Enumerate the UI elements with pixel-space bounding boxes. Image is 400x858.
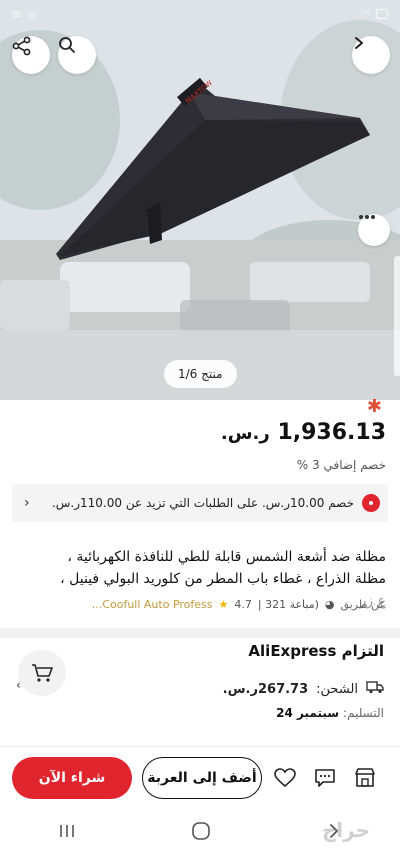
coupon-tag-icon [362,494,380,512]
bluetooth-icon: ✱ [366,396,382,417]
store-row[interactable]: عن طريق ◕ (مباعة 321 | 4.7 ★ Coofull Aut… [12,598,386,611]
sold-count: (مباعة 321 | [257,598,319,611]
product-price: 1,936.13 ر.س. [221,420,386,445]
price-currency: ر.س. [220,423,270,444]
chevron-left-icon[interactable]: ‹ [16,678,21,692]
heart-icon [274,768,296,788]
title-line: مظلة ضد أشعة الشمس قابلة للطي للنافذة ال… [67,549,386,565]
truck-icon [366,680,384,698]
share-button[interactable] [12,36,50,74]
add-to-cart-button[interactable]: أضف إلى العربة [142,757,262,799]
wifi-icon: ◠ [360,7,370,21]
store-icon [355,768,375,787]
notification-icon: ◎ [27,7,37,21]
more-options-button[interactable] [358,214,390,246]
watermark-logo: حراج [321,818,370,842]
chevron-right-icon [355,37,363,49]
coupon-text: خصم 10.00ر.س. على الطلبات التي تزيد عن 1… [51,496,354,510]
shipping-row[interactable]: الشحن: 267.73ر.س. [223,680,384,698]
search-button[interactable] [58,36,96,74]
delivery-label: التسليم: [343,706,384,720]
title-line: مظلة الذراع ، غطاء باب المطر من كلوريد ا… [60,571,386,587]
delivery-date: سبتمبر 24 [276,706,340,720]
wishlist-button[interactable] [272,765,298,791]
product-image-gallery[interactable]: MAXTOW ✉ ◎ ◠ منتج 1/6 [0,0,400,400]
cart-icon [32,664,53,682]
store-icon: ◕ [324,598,335,611]
aliexpress-commitment-title: التزام AliExpress [248,642,384,660]
store-by-label: عن طريق [340,598,387,611]
chevron-left-icon: ‹ [24,495,30,511]
buy-now-button[interactable]: شراء الآن [12,757,132,799]
status-bar: ✉ ◎ ◠ [0,0,400,28]
chat-icon [315,769,335,787]
home-icon [192,822,210,840]
bottom-action-bar: شراء الآن أضف إلى العربة [0,746,400,808]
side-drawer-handle[interactable] [394,256,400,376]
home-button[interactable] [191,821,211,845]
back-button[interactable] [352,36,390,74]
section-divider [0,628,400,638]
image-counter: منتج 1/6 [164,360,237,388]
star-icon: ★ [218,598,229,611]
chat-button[interactable] [312,765,338,791]
notification-icon: ✉ [12,7,22,21]
floating-cart-button[interactable] [18,650,66,696]
search-icon [59,37,75,53]
rating-value: 4.7 [234,598,252,611]
battery-icon [376,9,388,19]
shipping-label: الشحن: [316,681,358,697]
extra-discount: خصم إضافي 3 % [296,458,386,472]
delivery-row: التسليم: سبتمبر 24 [276,706,384,720]
store-name[interactable]: Coofull Auto Profess... [92,598,213,611]
price-value: 1,936.13 [277,420,386,445]
recents-icon [59,825,74,837]
store-button[interactable] [352,765,378,791]
recents-button[interactable] [58,823,76,843]
shipping-value: 267.73ر.س. [222,681,309,697]
coupon-banner[interactable]: خصم 10.00ر.س. على الطلبات التي تزيد عن 1… [12,484,388,522]
more-dots-icon [359,215,375,219]
share-icon [12,36,31,56]
